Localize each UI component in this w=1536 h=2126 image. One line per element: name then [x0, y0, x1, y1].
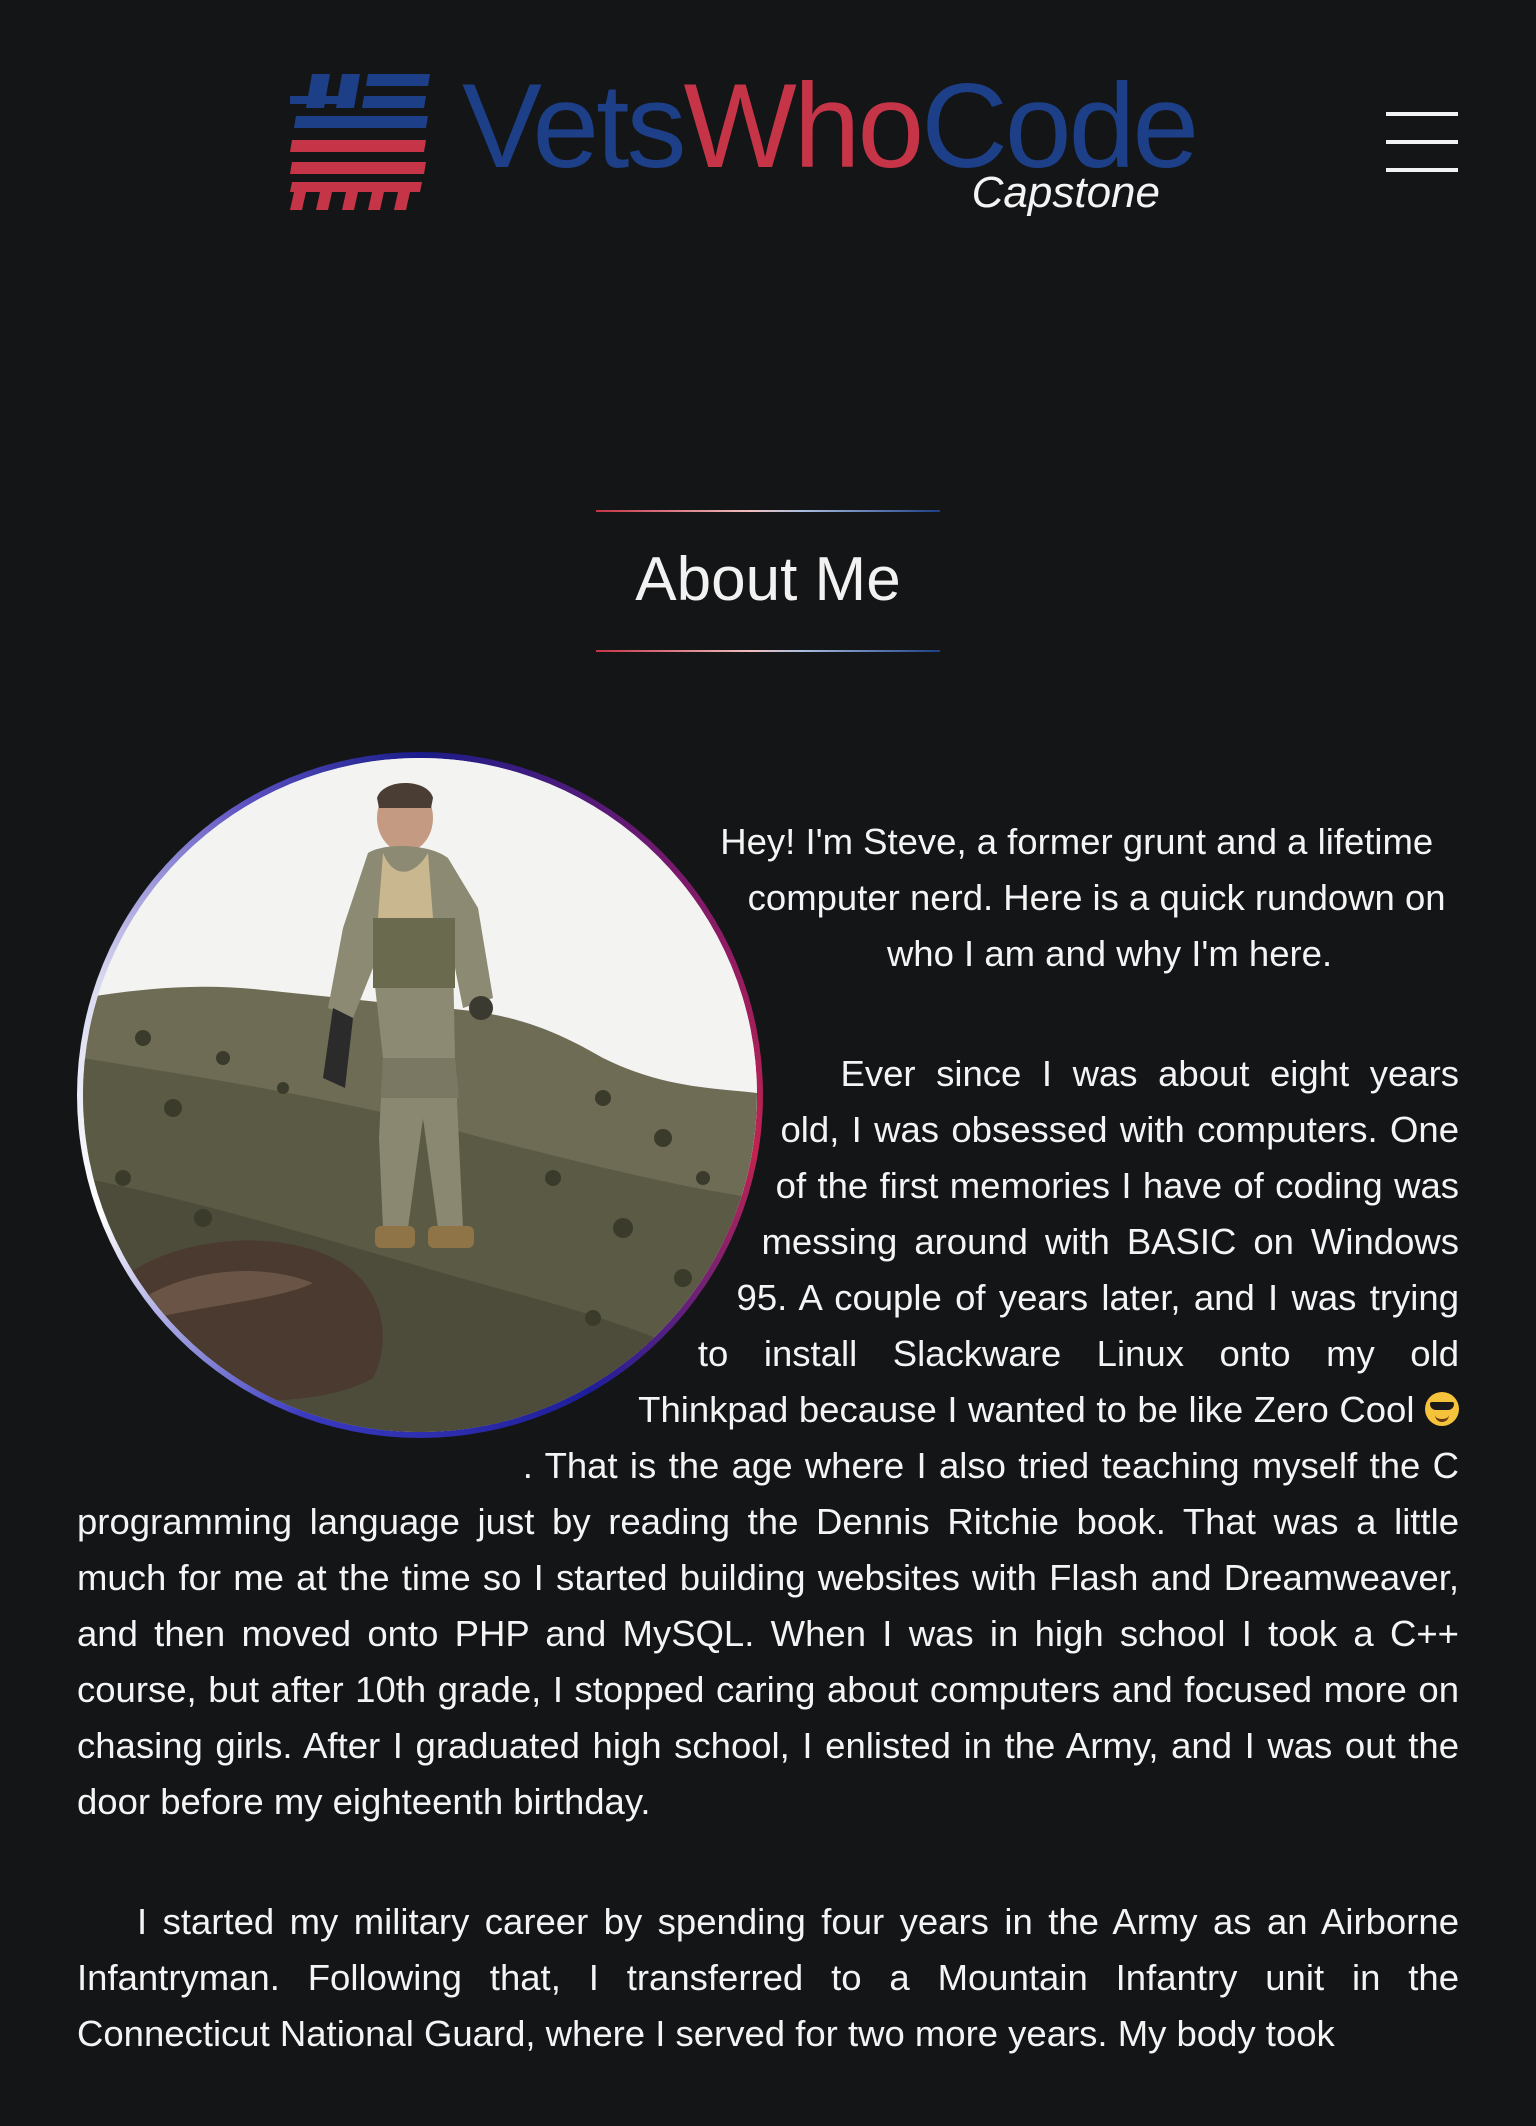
portrait-photo [83, 758, 757, 1432]
profile-portrait [77, 752, 763, 1438]
sunglasses-emoji-icon [1424, 1392, 1459, 1426]
military-paragraph: I started my military career by spending… [77, 1901, 1459, 2054]
soldier-photo-image [83, 758, 757, 1432]
hamburger-menu-icon[interactable] [1386, 110, 1462, 176]
childhood-text-part2: . That is the age where I also tried tea… [77, 1445, 1459, 1822]
about-content: Hey! I'm Steve, a former grunt and a lif… [77, 752, 1459, 2126]
menu-bar [1386, 168, 1458, 172]
logo-word-vets: Vets [462, 59, 686, 193]
menu-bar [1386, 140, 1458, 144]
logo-subtitle: Capstone [971, 168, 1160, 217]
title-rule-top [596, 510, 940, 512]
title-rule-bottom [596, 650, 940, 652]
site-header: VetsWhoCode Capstone [0, 0, 1536, 260]
section-heading: About Me [596, 508, 940, 654]
page-title: About Me [635, 545, 901, 614]
menu-bar [1386, 112, 1458, 116]
logo-word-who: Who [683, 59, 925, 193]
site-logo[interactable]: VetsWhoCode Capstone [290, 59, 1199, 230]
flag-hash-icon [290, 74, 430, 210]
